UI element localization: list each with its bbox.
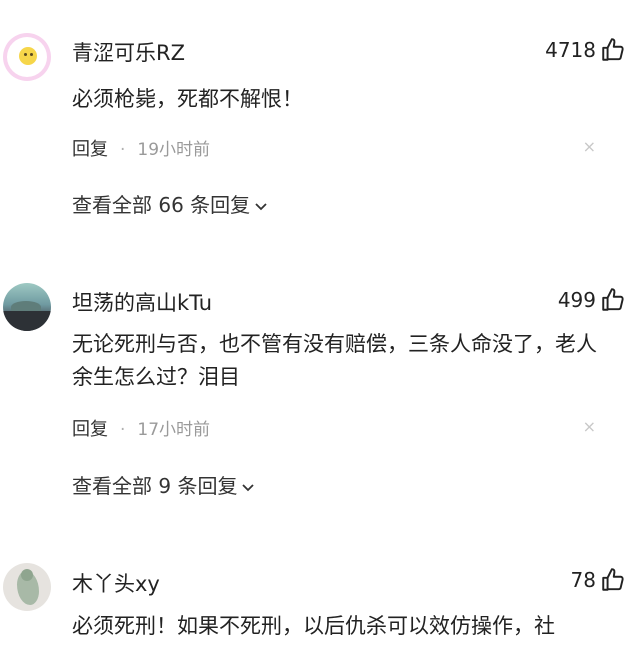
close-icon[interactable]: × (583, 137, 596, 156)
like-count: 499 (557, 288, 596, 312)
comment-time: 17小时前 (137, 420, 211, 440)
comment-text: 无论死刑与否，也不管有没有赔偿，三条人命没了，老人余生怎么过？泪目 (72, 332, 597, 389)
separator-dot: · (120, 420, 126, 440)
view-replies-button[interactable]: 查看全部 66 条回复 (72, 189, 268, 218)
separator-dot: · (120, 140, 126, 160)
avatar[interactable] (3, 33, 51, 81)
reply-button[interactable]: 回复 (72, 419, 108, 440)
avatar[interactable] (3, 283, 51, 331)
chevron-down-icon (255, 202, 267, 210)
reply-button[interactable]: 回复 (72, 139, 108, 160)
comment-meta: 回复 · 17小时前 (72, 415, 210, 441)
view-replies-label: 查看全部 9 条回复 (72, 474, 238, 498)
comment-time: 19小时前 (137, 140, 211, 160)
thumbs-up-icon[interactable] (600, 37, 626, 63)
comment-text: 必须枪毙，死都不解恨！ (72, 87, 303, 111)
view-replies-button[interactable]: 查看全部 9 条回复 (72, 470, 255, 499)
comment-username[interactable]: 木丫头xy (72, 568, 160, 598)
comment-list: 青涩可乐RZ 4718 必须枪毙，死都不解恨！ 回复 · 19小时前 × 查看全部 … (0, 0, 640, 645)
like-count: 78 (570, 568, 596, 592)
close-icon[interactable]: × (583, 417, 596, 436)
like-count: 4718 (545, 38, 596, 62)
view-replies-label: 查看全部 66 条回复 (72, 193, 251, 217)
comment-meta: 回复 · 19小时前 (72, 135, 210, 161)
avatar[interactable] (3, 563, 51, 611)
thumbs-up-icon[interactable] (600, 567, 626, 593)
thumbs-up-icon[interactable] (600, 287, 626, 313)
comment-username[interactable]: 青涩可乐RZ (72, 37, 185, 67)
chevron-down-icon (242, 483, 255, 491)
comment-username[interactable]: 坦荡的高山kTu (72, 287, 212, 317)
comment-text: 必须死刑！如果不死刑，以后仇杀可以效仿操作，社 (72, 614, 555, 638)
